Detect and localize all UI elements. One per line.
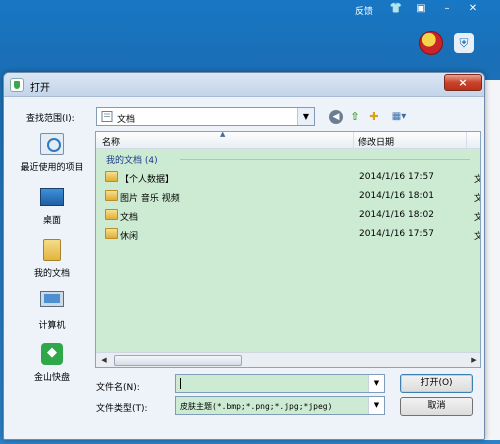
- place-kingsoft[interactable]: 金山快盘: [12, 343, 92, 393]
- list-item[interactable]: 休闲 2014/1/16 17:57 文: [96, 225, 480, 243]
- chevron-down-icon[interactable]: ▼: [368, 397, 384, 414]
- list-item[interactable]: 文档 2014/1/16 18:02 文: [96, 206, 480, 224]
- dialog-titlebar[interactable]: 打开 ×: [4, 73, 484, 97]
- desktop-icon: [40, 188, 64, 206]
- place-label: 金山快盘: [33, 373, 70, 383]
- file-type: 文: [474, 229, 480, 242]
- file-type: 文: [474, 210, 480, 223]
- minimize-icon[interactable]: –: [440, 3, 454, 15]
- place-label: 桌面: [42, 216, 61, 226]
- computer-icon: [40, 291, 64, 307]
- file-date: 2014/1/16 17:57: [359, 229, 434, 239]
- app-topbar: 反馈 👕 ▣ – ✕: [0, 0, 500, 20]
- places-bar: 最近使用的项目 桌面 我的文档 计算机 金山快盘: [12, 129, 92, 399]
- filename-label: 文件名(N):: [96, 383, 140, 393]
- horizontal-scrollbar[interactable]: ◀ ▶: [96, 352, 480, 367]
- file-name: 文档: [120, 213, 139, 223]
- scrollbar-thumb[interactable]: [114, 355, 242, 366]
- file-list[interactable]: 名称 ▲ 修改日期 我的文档 (4) 【个人数据】 2014/1/16 17:5…: [95, 131, 481, 368]
- shirt-icon[interactable]: 👕: [389, 3, 403, 15]
- document-folder-icon: [101, 111, 113, 122]
- look-in-combo[interactable]: 文档 ▼: [96, 107, 315, 126]
- sort-asc-icon: ▲: [220, 131, 226, 138]
- list-item[interactable]: 【个人数据】 2014/1/16 17:57 文: [96, 168, 480, 186]
- column-divider[interactable]: [466, 132, 467, 149]
- feedback-link[interactable]: 反馈: [355, 4, 373, 17]
- scroll-right-icon[interactable]: ▶: [466, 353, 480, 367]
- group-label: 我的文档 (4): [106, 156, 158, 166]
- folder-icon: [105, 228, 118, 239]
- place-label: 我的文档: [33, 269, 70, 279]
- text-caret: [180, 378, 181, 389]
- file-name: 图片 音乐 视频: [120, 194, 180, 204]
- place-recent[interactable]: 最近使用的项目: [12, 133, 92, 183]
- app-close-icon[interactable]: ✕: [466, 3, 480, 15]
- shield-icon[interactable]: ⛨: [454, 33, 474, 53]
- open-button[interactable]: 打开(O): [400, 374, 473, 393]
- folder-icon: [105, 171, 118, 182]
- file-type: 文: [474, 191, 480, 204]
- group-divider: [180, 159, 470, 160]
- recent-items-icon: [40, 133, 64, 155]
- back-icon[interactable]: ◀: [329, 110, 343, 124]
- my-documents-icon: [43, 239, 61, 261]
- file-type: 文: [474, 172, 480, 185]
- folder-icon: [105, 209, 118, 220]
- file-name: 【个人数据】: [120, 175, 175, 185]
- file-name: 休闲: [120, 232, 139, 242]
- group-header[interactable]: 我的文档 (4): [96, 152, 480, 166]
- window-icon[interactable]: ▣: [414, 3, 428, 15]
- place-my-documents[interactable]: 我的文档: [12, 239, 92, 289]
- list-item[interactable]: 图片 音乐 视频 2014/1/16 18:01 文: [96, 187, 480, 205]
- column-modified[interactable]: 修改日期: [358, 135, 394, 148]
- new-folder-icon[interactable]: ✚: [366, 109, 382, 125]
- look-in-value: 文档: [117, 115, 136, 125]
- column-name[interactable]: 名称: [102, 135, 120, 148]
- place-desktop[interactable]: 桌面: [12, 186, 92, 236]
- place-label: 最近使用的项目: [20, 163, 84, 173]
- kingsoft-kuaipan-icon: [41, 343, 63, 365]
- place-label: 计算机: [38, 321, 66, 331]
- file-date: 2014/1/16 18:02: [359, 210, 434, 220]
- column-header: 名称 ▲ 修改日期: [96, 131, 480, 149]
- guard-logo-icon[interactable]: [419, 31, 443, 55]
- open-file-dialog: 打开 × 查找范围(I): 文档 ▼ ◀ ⇧ ✚ ▦▾ 最近使用的项目 桌面 我…: [3, 72, 485, 440]
- close-button[interactable]: ×: [444, 74, 482, 91]
- filetype-value: 皮肤主题(*.bmp;*.png;*.jpg;*jpeg): [180, 402, 333, 411]
- filename-input[interactable]: ▼: [175, 374, 385, 393]
- place-computer[interactable]: 计算机: [12, 291, 92, 341]
- file-date: 2014/1/16 18:01: [359, 191, 434, 201]
- file-date: 2014/1/16 17:57: [359, 172, 434, 182]
- up-folder-icon[interactable]: ⇧: [347, 109, 363, 125]
- filetype-label: 文件类型(T):: [96, 404, 148, 414]
- folder-icon: [105, 190, 118, 201]
- filetype-select[interactable]: 皮肤主题(*.bmp;*.png;*.jpg;*jpeg) ▼: [175, 396, 385, 415]
- column-divider[interactable]: [353, 132, 354, 149]
- chevron-down-icon[interactable]: ▼: [368, 375, 384, 392]
- view-menu-icon[interactable]: ▦▾: [387, 109, 411, 125]
- scroll-left-icon[interactable]: ◀: [96, 353, 112, 367]
- chevron-down-icon[interactable]: ▼: [297, 108, 314, 125]
- dialog-title: 打开: [30, 83, 50, 94]
- cancel-button[interactable]: 取消: [400, 397, 473, 416]
- look-in-label: 查找范围(I):: [26, 114, 75, 124]
- app-icon: [10, 78, 24, 92]
